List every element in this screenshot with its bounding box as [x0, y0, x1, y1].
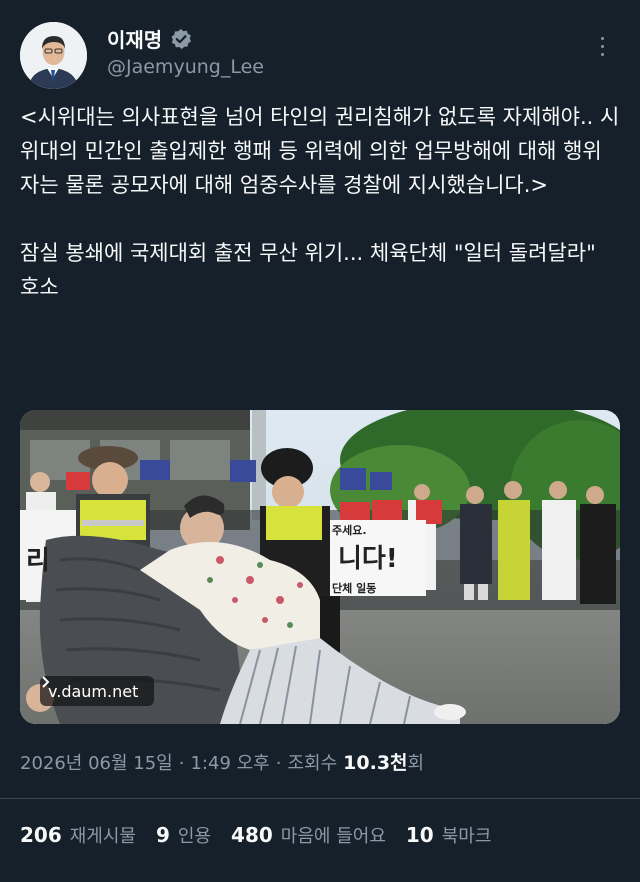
separator: · — [178, 753, 185, 774]
tweet-paragraph-2: 잠실 봉쇄에 국제대회 출전 무산 위기... 체육단체 "일터 돌려달라" 호… — [20, 241, 603, 299]
link-source-badge[interactable]: v.daum.net — [40, 676, 155, 706]
quotes-label: 인용 — [177, 826, 212, 847]
bookmarks-count: 10 — [405, 823, 434, 847]
likes-label: 마음에 들어요 — [280, 826, 386, 847]
verified-badge-icon — [170, 28, 192, 50]
tweet-metadata: 2026년 06월 15일 · 1:49 오후 · 조회수 10.3천 회 — [20, 748, 424, 775]
views-count: 10.3천 — [343, 752, 408, 774]
avatar[interactable] — [20, 22, 87, 89]
author-handle[interactable]: @Jaemyung_Lee — [107, 56, 264, 78]
bookmarks-label: 북마크 — [441, 826, 492, 847]
quotes-stat[interactable]: 9 인용 — [156, 822, 211, 848]
views-suffix: 회 — [407, 753, 425, 774]
retweets-stat[interactable]: 206 재게시물 — [20, 822, 136, 848]
tweet-text: <시위대는 의사표현을 넘어 타인의 권리침해가 없도록 자제해야.. 시위대의… — [20, 100, 620, 304]
likes-stat[interactable]: 480 마음에 들어요 — [231, 822, 386, 848]
sign-text: 주세요. — [332, 524, 367, 537]
banner-left-text: 리 — [26, 546, 50, 576]
views-label: 조회수 — [287, 753, 338, 774]
tweet-time[interactable]: 1:49 오후 — [190, 749, 269, 775]
avatar-image — [20, 22, 87, 89]
likes-count: 480 — [231, 823, 273, 847]
author-name[interactable]: 이재명 — [107, 24, 162, 53]
tweet-header: 이재명 @Jaemyung_Lee — [20, 20, 620, 90]
author-name-row[interactable]: 이재명 — [107, 24, 192, 53]
tweet-paragraph-1: <시위대는 의사표현을 넘어 타인의 권리침해가 없도록 자제해야.. 시위대의… — [20, 105, 620, 197]
tweet-media-photo[interactable]: 니다! 리 주세요. 단체 일동 v.daum.net — [20, 410, 620, 724]
bookmarks-stat[interactable]: 10 북마크 — [406, 822, 492, 848]
separator: · — [275, 753, 282, 774]
sign-sub-text: 단체 일동 — [332, 582, 377, 595]
retweets-count: 206 — [20, 823, 62, 847]
divider — [0, 798, 640, 799]
retweets-label: 재게시물 — [69, 826, 136, 847]
quotes-count: 9 — [156, 823, 170, 847]
banner-text: 니다! — [338, 544, 398, 574]
engagement-stats: 206 재게시물 9 인용 480 마음에 들어요 10 북마크 — [20, 822, 491, 848]
tweet-date[interactable]: 2026년 06월 15일 — [20, 749, 173, 775]
source-domain: v.daum.net — [48, 681, 139, 701]
more-options-icon[interactable] — [590, 34, 614, 58]
